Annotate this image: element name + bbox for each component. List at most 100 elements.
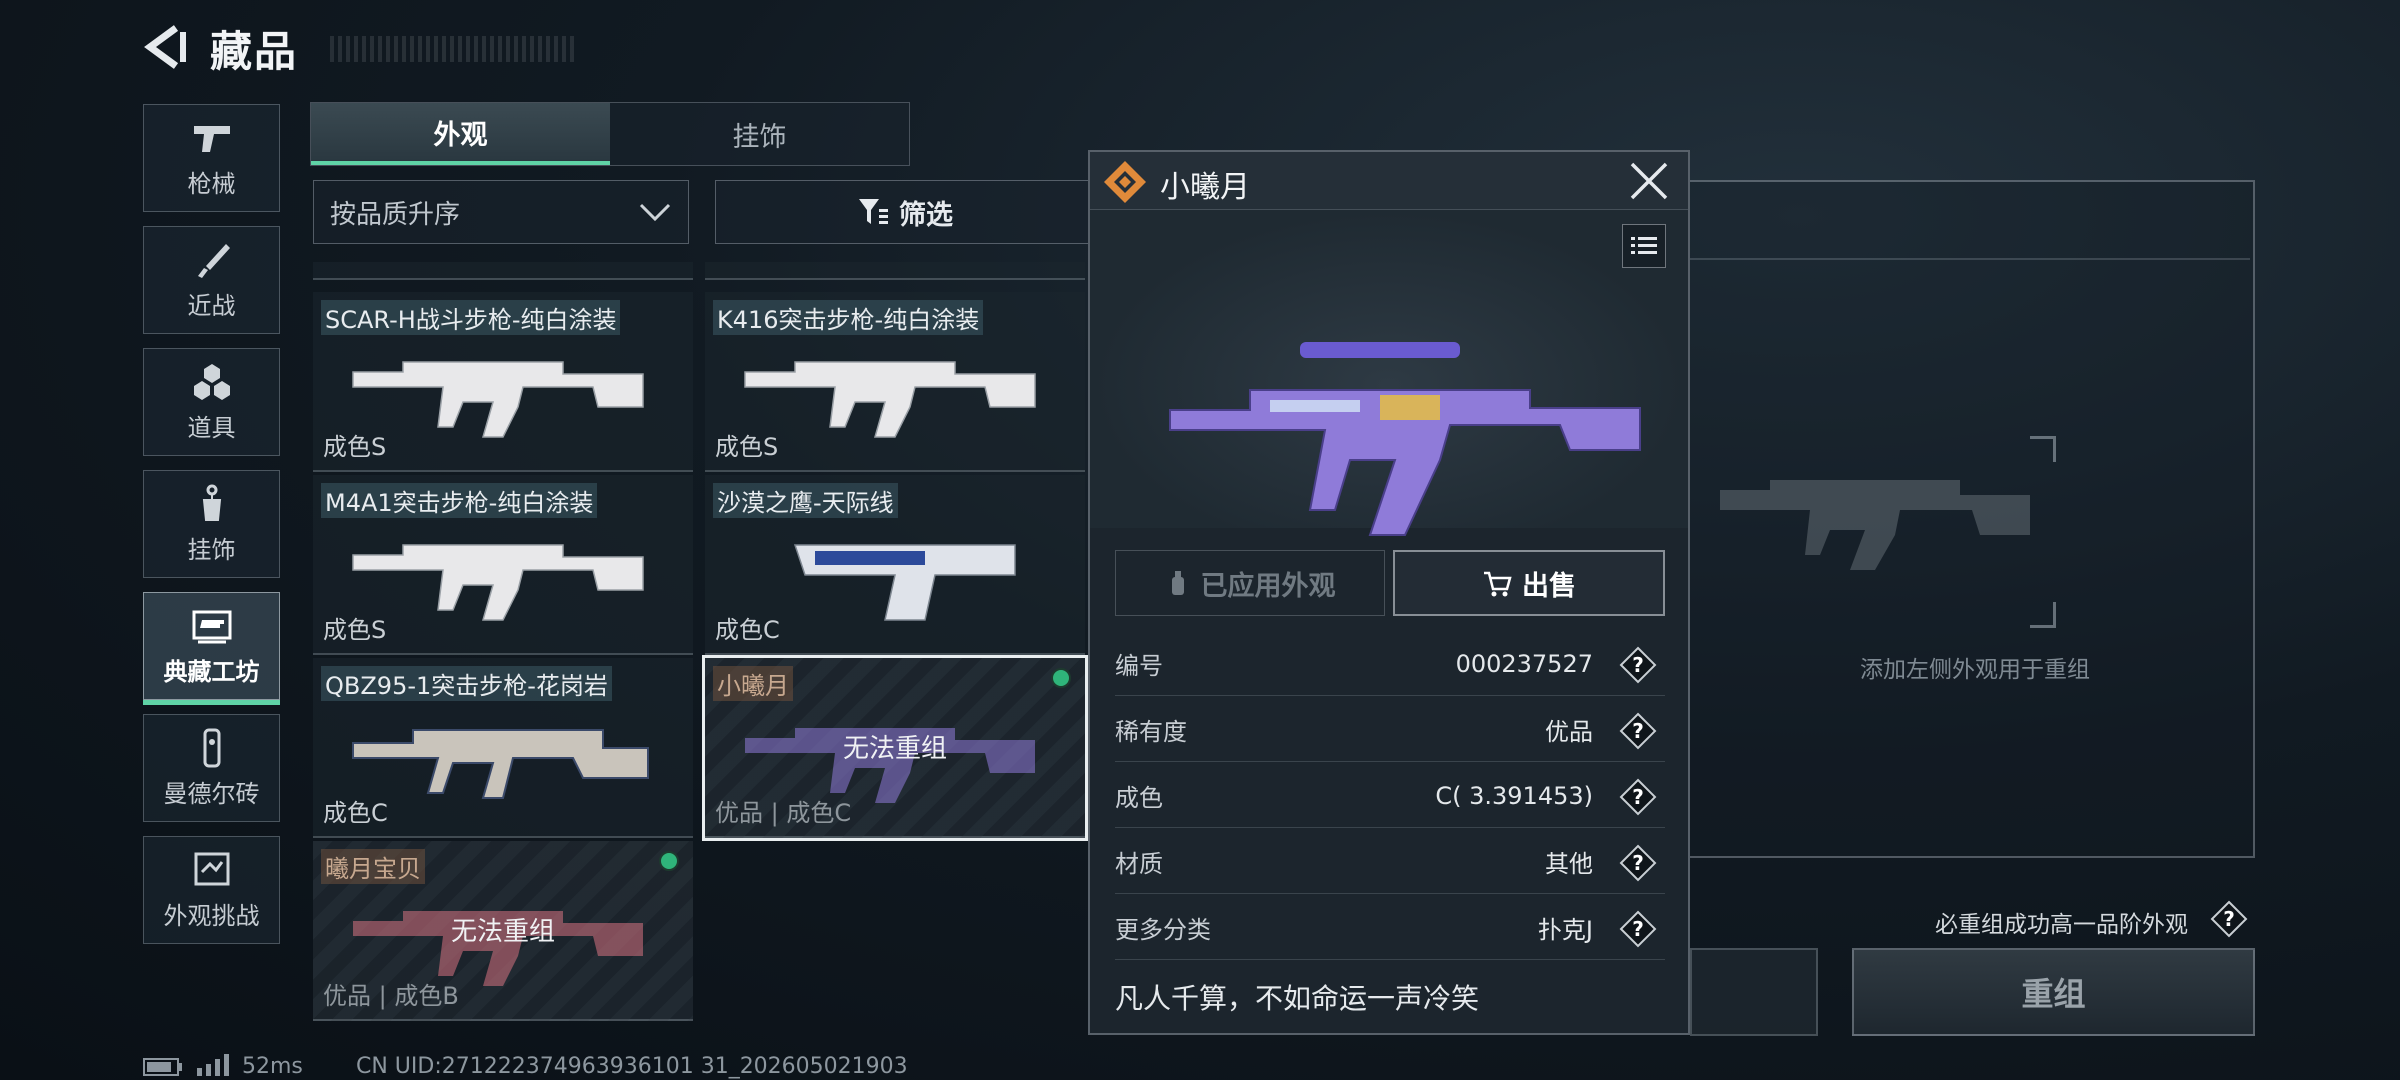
item-name: QBZ95-1突击步枪-花岗岩: [321, 666, 612, 701]
detail-row-rarity: 稀有度 优品 ?: [1115, 698, 1665, 762]
applied-skin-button[interactable]: 已应用外观: [1115, 550, 1385, 616]
list-item[interactable]: [313, 262, 693, 280]
skin-card[interactable]: M4A1突击步枪-纯白涂装 成色S: [313, 475, 693, 655]
pistol-image: [793, 544, 1016, 621]
svg-text:?: ?: [1632, 785, 1644, 809]
chevron-down-icon: [639, 203, 671, 222]
spray-can-icon: [1171, 571, 1184, 595]
frame-corner: [2030, 602, 2056, 628]
row-key: 成色: [1115, 784, 1163, 812]
recombine-hint: 添加左侧外观用于重组: [1860, 657, 2090, 683]
recombine-button[interactable]: 重组: [1852, 948, 2255, 1036]
nav-label: 外观挑战: [163, 901, 260, 930]
nav-item-props[interactable]: 道具: [143, 348, 280, 456]
row-value: C( 3.391453): [1435, 781, 1593, 810]
brick-icon: [203, 728, 220, 767]
nav-item-workshop[interactable]: 典藏工坊: [143, 592, 280, 705]
owned-indicator-icon: [1051, 668, 1071, 688]
filter-icon: [859, 199, 888, 224]
item-grade: 成色S: [715, 433, 779, 461]
sell-label: 出售: [1522, 570, 1576, 602]
nav-item-guns[interactable]: 枪械: [143, 104, 280, 212]
owned-indicator-icon: [659, 851, 679, 871]
nav-label: 道具: [187, 413, 236, 442]
signal-icon: [197, 1054, 229, 1076]
close-icon[interactable]: [1628, 160, 1670, 202]
nav-item-melee[interactable]: 近战: [143, 226, 280, 334]
item-name: SCAR-H战斗步枪-纯白涂装: [321, 300, 621, 335]
help-icon[interactable]: ?: [1619, 910, 1657, 948]
row-value: 其他: [1545, 850, 1593, 878]
nav-label: 曼德尔砖: [163, 779, 260, 808]
battery-icon: [143, 1058, 182, 1076]
sort-label: 按品质升序: [330, 199, 461, 230]
skin-card-selected[interactable]: 小曦月 无法重组 优品 | 成色C: [702, 655, 1088, 841]
knife-icon: [197, 243, 230, 278]
row-key: 稀有度: [1115, 718, 1187, 746]
tab-appearance[interactable]: 外观: [311, 103, 610, 165]
nav-item-skin-challenge[interactable]: 外观挑战: [143, 836, 280, 944]
frame-corner: [2030, 436, 2056, 462]
nav-label: 枪械: [187, 169, 236, 198]
row-value: 000237527: [1455, 649, 1593, 678]
svg-text:?: ?: [1632, 653, 1644, 677]
help-icon[interactable]: ?: [1619, 778, 1657, 816]
skin-preview: [1090, 210, 1688, 536]
item-grade: 成色C: [715, 616, 780, 644]
detail-row-id: 编号 000237527 ?: [1115, 632, 1665, 696]
list-icon: [1631, 237, 1657, 254]
svg-text:?: ?: [2223, 907, 2235, 931]
row-value: 扑克J: [1537, 916, 1593, 944]
filter-button[interactable]: 筛选: [715, 180, 1095, 244]
nav-item-mandel-brick[interactable]: 曼德尔砖: [143, 714, 280, 822]
challenge-icon: [194, 852, 229, 885]
detail-header: 小曦月: [1090, 152, 1688, 210]
nav-item-charms[interactable]: 挂饰: [143, 470, 280, 578]
row-key: 编号: [1115, 652, 1163, 680]
skin-motto: 凡人千算，不如命运一声冷笑: [1115, 982, 1480, 1015]
status-text: 无法重组: [450, 917, 555, 947]
grenades-icon: [193, 363, 230, 400]
skin-card[interactable]: K416突击步枪-纯白涂装 成色S: [705, 292, 1085, 472]
rifle-image: [352, 544, 644, 621]
list-item[interactable]: [705, 262, 1085, 280]
item-grade: 成色C: [323, 799, 388, 827]
help-icon[interactable]: ?: [1619, 844, 1657, 882]
detail-row-category: 更多分类 扑克J ?: [1115, 896, 1665, 960]
rifle-image: [352, 361, 644, 438]
skin-card[interactable]: 曦月宝贝 无法重组 优品 | 成色B: [313, 841, 693, 1021]
skin-card[interactable]: SCAR-H战斗步枪-纯白涂装 成色S: [313, 292, 693, 472]
item-name: 曦月宝贝: [321, 849, 425, 884]
applied-label: 已应用外观: [1200, 570, 1336, 602]
skin-card[interactable]: 沙漠之鹰-天际线 成色C: [705, 475, 1085, 655]
sort-dropdown[interactable]: 按品质升序: [313, 180, 689, 244]
help-icon[interactable]: ?: [2210, 900, 2248, 938]
tab-charms[interactable]: 挂饰: [610, 103, 909, 165]
item-grade: 优品 | 成色C: [715, 799, 852, 827]
item-name: K416突击步枪-纯白涂装: [713, 300, 984, 335]
uid-text: CN UID:271222374963936101 31_20260502190…: [356, 1054, 908, 1079]
sell-button[interactable]: 出售: [1393, 550, 1665, 616]
item-name: M4A1突击步枪-纯白涂装: [321, 483, 598, 518]
nav-label: 近战: [187, 291, 236, 320]
help-icon[interactable]: ?: [1619, 646, 1657, 684]
nav-label: 挂饰: [187, 535, 236, 564]
item-grade: 优品 | 成色B: [323, 982, 459, 1010]
svg-text:?: ?: [1632, 719, 1644, 743]
guarantee-text: 必重组成功高一品阶外观: [1935, 912, 2188, 938]
rifle-image: [352, 729, 649, 799]
rifle-image: [1169, 342, 1641, 536]
back-arrow-icon[interactable]: [140, 22, 190, 72]
recombine-slot-button[interactable]: [1690, 948, 1818, 1036]
help-icon[interactable]: ?: [1619, 712, 1657, 750]
filter-label: 筛选: [899, 199, 953, 231]
row-key: 材质: [1115, 850, 1163, 878]
cart-icon: [1484, 571, 1512, 597]
nav-label: 典藏工坊: [163, 657, 260, 686]
status-text: 无法重组: [842, 734, 947, 764]
svg-text:?: ?: [1632, 851, 1644, 875]
charm-icon: [202, 484, 221, 521]
category-tabs: 外观 挂饰: [310, 102, 910, 166]
skin-card[interactable]: QBZ95-1突击步枪-花岗岩 成色C: [313, 658, 693, 838]
list-view-button[interactable]: [1622, 224, 1666, 268]
